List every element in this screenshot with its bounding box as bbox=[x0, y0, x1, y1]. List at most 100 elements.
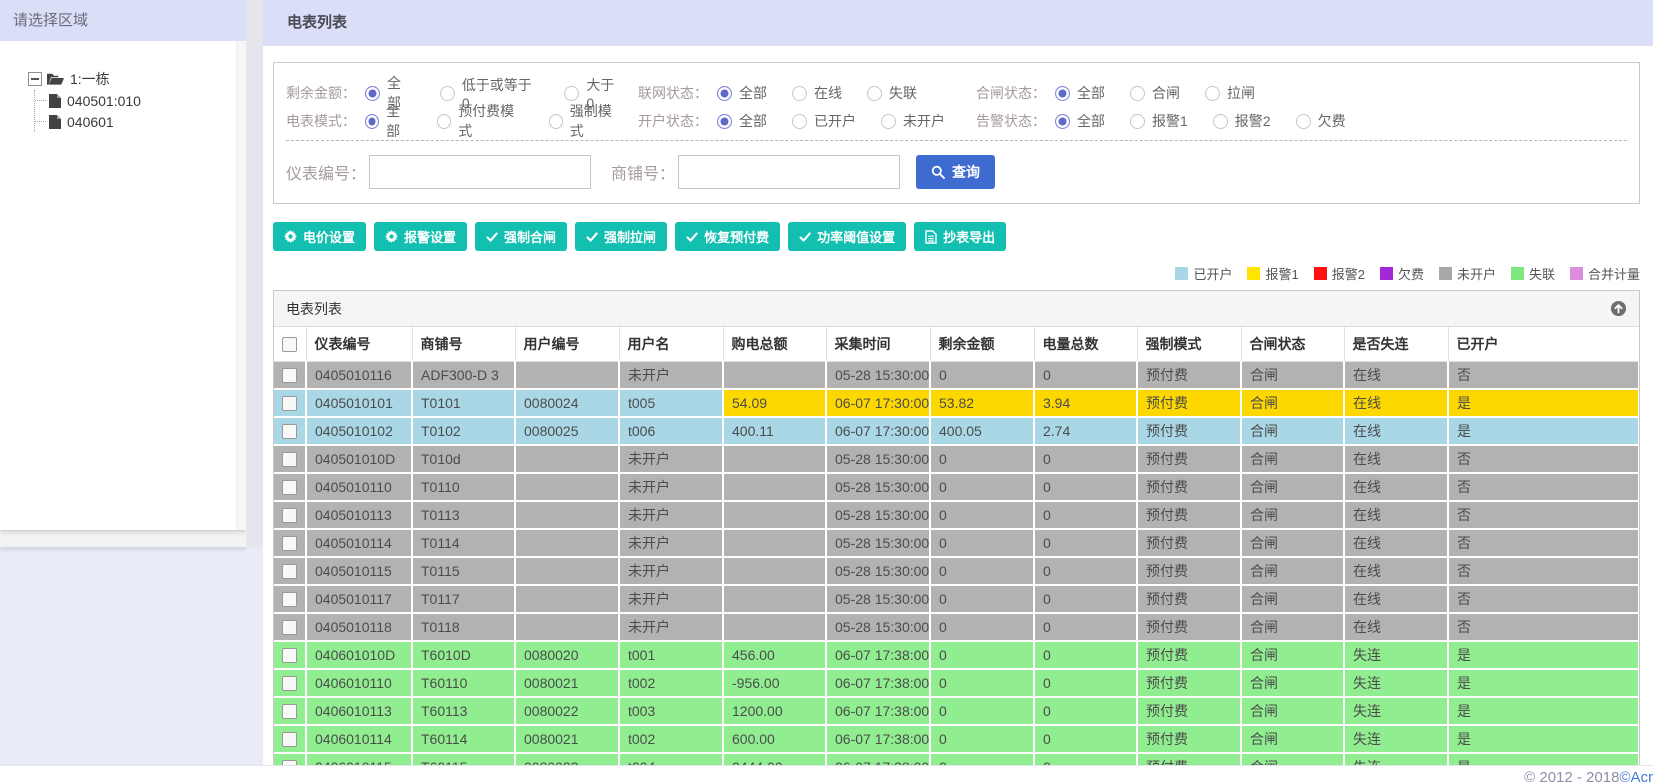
radio-icon[interactable] bbox=[792, 85, 807, 101]
table-row[interactable]: 0405010101 T0101 0080024 t005 54.09 06-07 17:… bbox=[274, 389, 1639, 418]
meter-no-input[interactable] bbox=[369, 155, 592, 189]
table-row[interactable]: 0405010114 T0114 未开户 05-28 15:30:00 0 0 预付费 合闸在… bbox=[274, 529, 1639, 558]
table-row[interactable]: 040501010D T010d 未开户 05-28 15:30:00 0 0 预付费 合闸在… bbox=[274, 445, 1639, 474]
radio-icon[interactable] bbox=[365, 85, 380, 101]
tree-node-label[interactable]: 040501:010 bbox=[67, 93, 141, 109]
force-pull-switch-button[interactable]: 强制拉闸 bbox=[575, 222, 668, 251]
table-row[interactable]: 0406010114 T60114 0080021 t002 600.00 06-07 1… bbox=[274, 725, 1639, 754]
row-checkbox[interactable] bbox=[282, 704, 297, 720]
table-row[interactable]: 0405010110 T0110 未开户 05-28 15:30:00 0 0 预付费 合闸在… bbox=[274, 473, 1639, 502]
radio-option[interactable]: 强制模式 bbox=[548, 101, 622, 141]
table-cell: 400.11 bbox=[723, 417, 827, 446]
radio-option[interactable]: 欠费 bbox=[1295, 111, 1346, 131]
radio-icon[interactable] bbox=[1295, 113, 1311, 129]
radio-option[interactable]: 已开户 bbox=[792, 111, 856, 131]
radio-icon[interactable] bbox=[717, 113, 732, 129]
radio-option[interactable]: 全部 bbox=[365, 101, 412, 141]
radio-option[interactable]: 预付费模式 bbox=[437, 101, 524, 141]
radio-option-label: 已开户 bbox=[814, 113, 856, 129]
row-checkbox[interactable] bbox=[282, 648, 297, 664]
radio-icon[interactable] bbox=[1130, 113, 1145, 129]
row-checkbox[interactable] bbox=[282, 620, 297, 636]
table-row[interactable]: 0405010113 T0113 未开户 05-28 15:30:00 0 0 预付费 合闸在… bbox=[274, 501, 1639, 530]
radio-option[interactable]: 未开户 bbox=[881, 111, 945, 131]
filter-group-label: 剩余金额： bbox=[286, 85, 356, 101]
alarm-settings-button[interactable]: 报警设置 bbox=[374, 222, 468, 251]
table-row[interactable]: 0405010117 T0117 未开户 05-28 15:30:00 0 0 预付费 合闸在… bbox=[274, 585, 1639, 614]
table-row[interactable]: 0405010115 T0115 未开户 05-28 15:30:00 0 0 预付费 合闸在… bbox=[274, 557, 1639, 586]
table-cell: 合闸 bbox=[1241, 445, 1345, 474]
shop-no-input[interactable] bbox=[678, 155, 901, 189]
radio-option-label: 报警2 bbox=[1234, 113, 1271, 129]
collapse-panel-icon[interactable] bbox=[1610, 300, 1627, 317]
radio-icon[interactable] bbox=[717, 85, 732, 101]
row-checkbox[interactable] bbox=[282, 396, 297, 412]
row-checkbox[interactable] bbox=[282, 368, 297, 384]
radio-option[interactable]: 拉闸 bbox=[1205, 83, 1255, 103]
collapse-expander-icon[interactable] bbox=[28, 72, 42, 86]
tree-node-meter[interactable]: 040501:010 bbox=[35, 90, 246, 111]
query-button[interactable]: 查询 bbox=[916, 155, 996, 189]
radio-option[interactable]: 全部 bbox=[1055, 111, 1105, 131]
tree-node-meter[interactable]: 040601 bbox=[35, 111, 246, 132]
row-checkbox[interactable] bbox=[282, 592, 297, 608]
restore-prepaid-button[interactable]: 恢复预付费 bbox=[675, 222, 781, 251]
radio-icon[interactable] bbox=[1130, 85, 1145, 101]
radio-icon[interactable] bbox=[548, 113, 563, 129]
copyright-link[interactable]: ©Acr bbox=[1619, 766, 1653, 784]
power-threshold-button[interactable]: 功率阈值设置 bbox=[788, 222, 907, 251]
radio-icon[interactable] bbox=[792, 113, 807, 129]
table-cell: 在线 bbox=[1344, 501, 1449, 530]
table-row[interactable]: 0406010113 T60113 0080022 t003 1200.00 06-07 … bbox=[274, 697, 1639, 726]
radio-icon[interactable] bbox=[1205, 85, 1220, 101]
table-row[interactable]: 0406010110 T60110 0080021 t002 -956.00 06-07 … bbox=[274, 669, 1639, 698]
panel-splitter[interactable] bbox=[246, 0, 263, 547]
price-settings-button[interactable]: 电价设置 bbox=[273, 222, 367, 251]
radio-icon[interactable] bbox=[437, 113, 452, 129]
tree-node-label[interactable]: 1:一栋 bbox=[70, 69, 110, 89]
main-panel: 电表列表 剩余金额： 全部 低于或等于0 大于0 联网状态： 全部 在线 失联 合闸状态： 全部合… bbox=[263, 0, 1653, 765]
radio-icon[interactable] bbox=[1055, 113, 1070, 129]
table-row[interactable]: 0405010116 ADF300-D 3 未开户 05-28 15:30:00 0 0 预… bbox=[274, 361, 1639, 390]
meter-export-button[interactable]: 抄表导出 bbox=[914, 222, 1007, 251]
table-row[interactable]: 0405010102 T0102 0080025 t006 400.11 06-07 17… bbox=[274, 417, 1639, 446]
table-panel-header: 电表列表 bbox=[274, 291, 1639, 327]
row-checkbox[interactable] bbox=[282, 452, 297, 468]
tree-node-label[interactable]: 040601 bbox=[67, 114, 114, 130]
table-cell: 0 bbox=[930, 697, 1035, 726]
table-row[interactable]: 0405010118 T0118 未开户 05-28 15:30:00 0 0 预付费 合闸在… bbox=[274, 613, 1639, 642]
row-checkbox[interactable] bbox=[282, 480, 297, 496]
radio-option[interactable]: 报警1 bbox=[1130, 111, 1188, 131]
row-checkbox[interactable] bbox=[282, 536, 297, 552]
row-checkbox[interactable] bbox=[282, 564, 297, 580]
force-close-switch-button[interactable]: 强制合闸 bbox=[475, 222, 568, 251]
legend-label: 报警2 bbox=[1331, 267, 1365, 282]
radio-option[interactable]: 全部 bbox=[717, 83, 767, 103]
table-row[interactable]: 0406010115T601150080023t0042444.0006-07 … bbox=[274, 753, 1639, 765]
radio-option[interactable]: 报警2 bbox=[1212, 111, 1271, 131]
radio-icon[interactable] bbox=[564, 85, 580, 101]
row-checkbox[interactable] bbox=[282, 676, 297, 692]
sidebar-horizontal-scrollbar[interactable] bbox=[0, 530, 246, 547]
radio-option[interactable]: 合闸 bbox=[1130, 83, 1180, 103]
radio-icon[interactable] bbox=[1055, 85, 1070, 101]
row-checkbox[interactable] bbox=[282, 732, 297, 748]
radio-option[interactable]: 全部 bbox=[1055, 83, 1105, 103]
legend-label: 未开户 bbox=[1456, 267, 1496, 282]
row-checkbox[interactable] bbox=[282, 508, 297, 524]
select-all-checkbox[interactable] bbox=[282, 337, 298, 353]
table-cell: 0 bbox=[1034, 501, 1138, 530]
radio-icon[interactable] bbox=[1212, 113, 1228, 129]
radio-icon[interactable] bbox=[365, 113, 380, 129]
radio-option[interactable]: 全部 bbox=[717, 111, 767, 131]
radio-icon[interactable] bbox=[867, 85, 882, 101]
radio-option[interactable]: 在线 bbox=[792, 83, 842, 103]
radio-icon[interactable] bbox=[439, 85, 455, 101]
tree-node-building[interactable]: 1:一栋 bbox=[28, 68, 246, 90]
radio-icon[interactable] bbox=[881, 113, 896, 129]
table-cell: 预付费 bbox=[1137, 473, 1242, 502]
table-row[interactable]: 040601010D T6010D 0080020 t001 456.00 06-07 1… bbox=[274, 641, 1639, 670]
sidebar-vertical-scrollbar[interactable] bbox=[236, 41, 246, 530]
row-checkbox[interactable] bbox=[282, 424, 297, 440]
radio-option[interactable]: 失联 bbox=[867, 83, 917, 103]
